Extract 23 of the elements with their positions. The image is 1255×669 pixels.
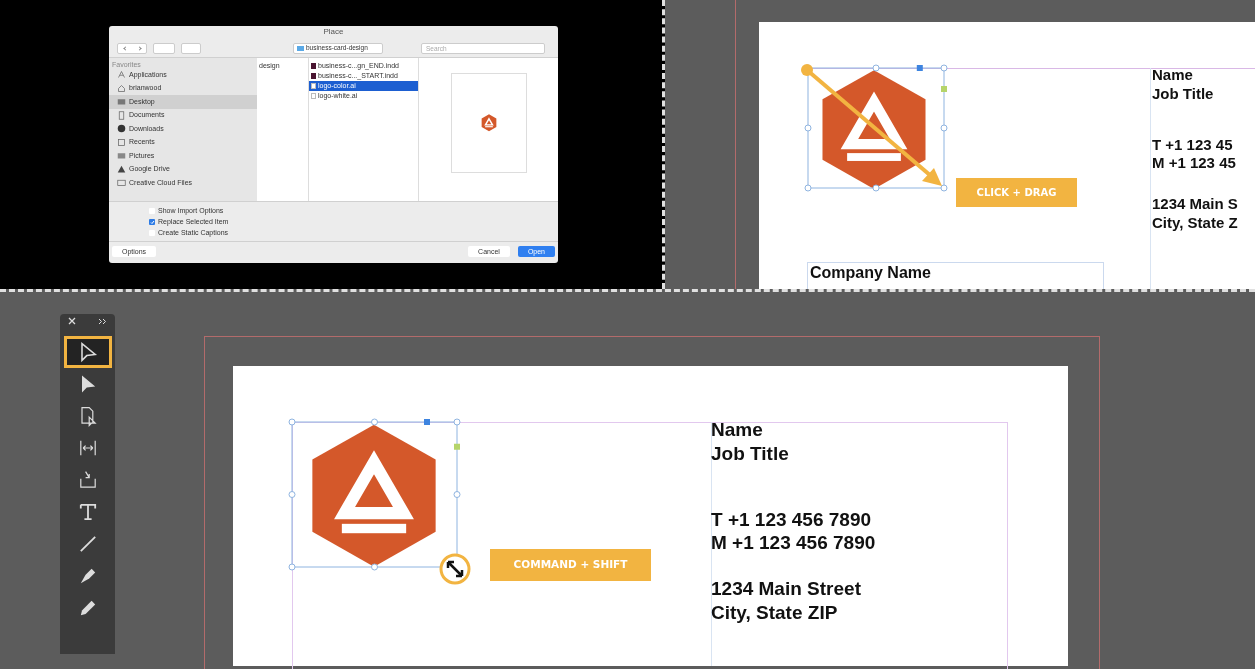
card-text: 1234 Main Street xyxy=(711,577,862,601)
resize-cursor-icon xyxy=(438,552,472,586)
tool-button[interactable] xyxy=(63,336,112,368)
card-text: Job Title xyxy=(711,441,790,466)
card-text: City, State Z xyxy=(1152,213,1238,233)
sidebar-item-icon xyxy=(117,70,126,80)
card-text: T +1 123 45 xyxy=(1152,135,1234,155)
expand-icon[interactable] xyxy=(98,317,107,325)
callout-label: COMMAND + SHIFT xyxy=(490,549,651,581)
hexagon-logo xyxy=(480,114,497,132)
close-icon[interactable] xyxy=(68,317,76,325)
card-text: City, State ZIP xyxy=(711,600,839,625)
card-text: Name xyxy=(711,418,764,442)
card-text: M +1 123 456 7890 xyxy=(711,531,876,555)
card-text: T +1 123 456 7890 xyxy=(711,507,873,532)
card-text: Name xyxy=(1152,66,1194,85)
card-text: Job Title xyxy=(1152,84,1215,104)
checkmark-icon xyxy=(149,219,155,225)
card-text: 1234 Main S xyxy=(1152,195,1238,214)
card-text: M +1 123 45 xyxy=(1152,154,1237,173)
callout-label: CLICK + DRAG xyxy=(956,178,1077,207)
dialog-title: Place xyxy=(323,28,344,38)
company-name: Company Name xyxy=(809,263,932,283)
